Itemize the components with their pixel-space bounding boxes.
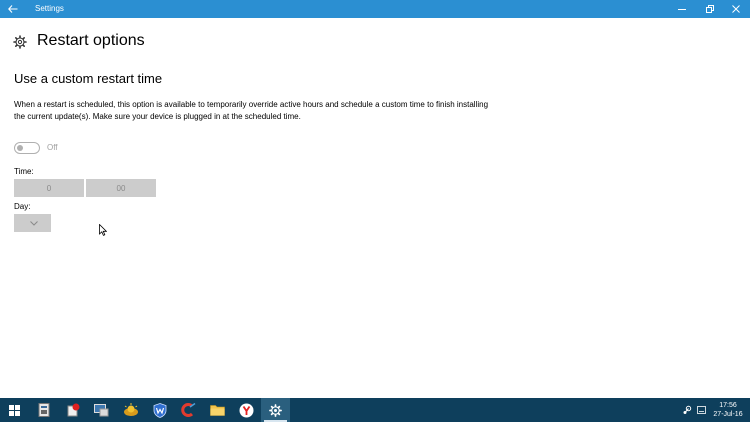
- tray-language[interactable]: [695, 398, 707, 422]
- clock-date: 27-Jul-16: [713, 411, 743, 418]
- hour-value: 0: [46, 183, 52, 193]
- day-dropdown[interactable]: [14, 214, 51, 232]
- restore-icon: [706, 5, 714, 13]
- taskbar-app-task-manager[interactable]: [29, 398, 58, 422]
- minimize-button[interactable]: [668, 0, 696, 18]
- title-bar: Settings: [0, 0, 750, 18]
- start-button[interactable]: [0, 398, 29, 422]
- toggle-knob: [17, 144, 23, 151]
- taskbar-app-sun[interactable]: [116, 398, 145, 422]
- taskbar-app-computer[interactable]: [87, 398, 116, 422]
- section-title: Use a custom restart time: [14, 71, 163, 86]
- computer-icon: [94, 403, 109, 416]
- restore-button[interactable]: [696, 0, 724, 18]
- close-icon: [732, 5, 740, 13]
- taskbar-app-red-badge[interactable]: [58, 398, 87, 422]
- toggle-state-label: Off: [47, 143, 58, 152]
- mouse-cursor-icon: [99, 224, 107, 236]
- gear-icon: [13, 35, 27, 49]
- chevron-down-icon: [29, 220, 38, 226]
- steam-icon: [683, 405, 692, 414]
- windows-start-icon: [9, 404, 20, 416]
- clock-time: 17:56: [719, 402, 737, 409]
- taskbar-app-settings[interactable]: [261, 398, 290, 422]
- page-title: Restart options: [37, 32, 145, 49]
- day-label: Day:: [14, 202, 31, 211]
- taskbar-app-malwarebytes[interactable]: [145, 398, 174, 422]
- close-button[interactable]: [722, 0, 750, 18]
- window-title: Settings: [35, 4, 64, 13]
- minimize-icon: [678, 9, 686, 10]
- custom-restart-toggle[interactable]: [14, 142, 40, 154]
- app-red-badge-icon: [67, 403, 79, 417]
- file-explorer-icon: [210, 405, 225, 416]
- yandex-browser-icon: [239, 403, 254, 417]
- minute-value: 00: [116, 183, 126, 193]
- minute-picker[interactable]: 00: [86, 179, 156, 197]
- hour-picker[interactable]: 0: [14, 179, 84, 197]
- malwarebytes-icon: [153, 402, 166, 418]
- taskbar-clock[interactable]: 17:56 27-Jul-16: [707, 401, 749, 419]
- back-arrow-icon: [8, 5, 18, 13]
- taskbar-app-ccleaner[interactable]: [174, 398, 203, 422]
- taskbar-app-yandex-browser[interactable]: [232, 398, 261, 422]
- settings-gear-icon: [269, 403, 282, 417]
- ccleaner-icon: [181, 403, 196, 417]
- task-manager-icon: [38, 403, 49, 417]
- back-button[interactable]: [0, 0, 26, 18]
- taskbar-app-file-explorer[interactable]: [203, 398, 232, 422]
- keyboard-language-icon: [696, 406, 706, 414]
- section-description: When a restart is scheduled, this option…: [14, 100, 489, 121]
- taskbar: [0, 398, 750, 422]
- sun-app-icon: [123, 403, 138, 416]
- time-label: Time:: [14, 167, 34, 176]
- tray-steam[interactable]: [680, 398, 694, 422]
